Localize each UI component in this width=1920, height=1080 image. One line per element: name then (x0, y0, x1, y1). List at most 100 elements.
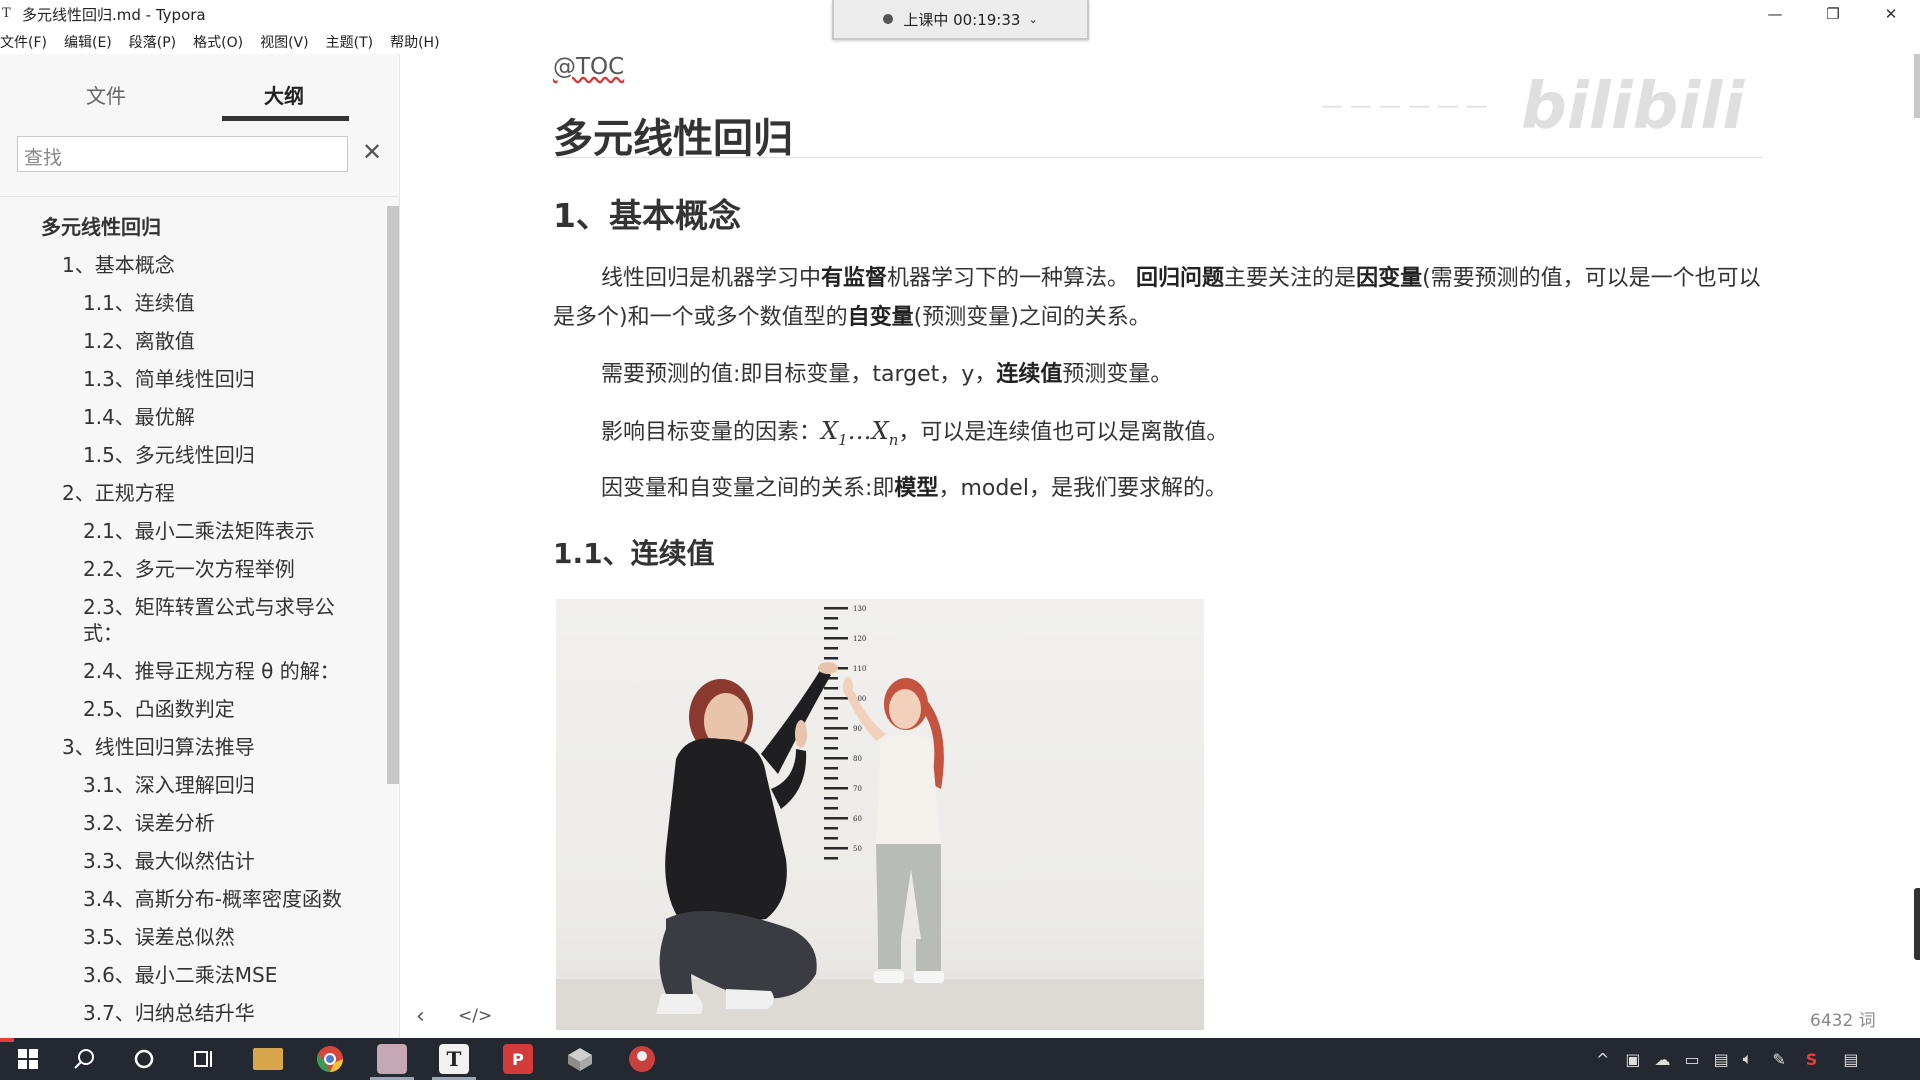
outline-item[interactable]: 3.5、误差总似然 (83, 924, 235, 950)
menu-theme[interactable]: 主题(T) (326, 32, 373, 52)
outline-item[interactable]: 2.4、推导正规方程 θ 的解： (83, 658, 340, 684)
ruler-label: 130 (853, 605, 866, 613)
outline-item[interactable]: 2.2、多元一次方程举例 (83, 556, 295, 582)
vm-app-icon[interactable] (552, 1038, 608, 1080)
network-icon[interactable]: ▤ (1714, 1050, 1729, 1069)
taskbar: T P ^ ▣ ☁ ▭ ▤ 🔈︎ ✎ S ▤ (0, 1038, 1920, 1080)
ruler-label: 50 (853, 845, 862, 853)
paragraph: 因变量和自变量之间的关系:即模型，model，是我们要求解的。 (601, 476, 1227, 501)
ruler-tick (824, 787, 848, 790)
outline-item[interactable]: 1.1、连续值 (83, 290, 195, 316)
ruler-tick (824, 727, 848, 730)
bilibili-watermark: bilibili (1521, 70, 1745, 144)
menu-file[interactable]: 文件(F) (0, 32, 47, 52)
tab-outline[interactable]: 大纲 (264, 80, 304, 109)
ruler-tick (824, 617, 838, 620)
minimize-button[interactable]: — (1746, 0, 1804, 28)
ruler-tick (824, 717, 838, 720)
chevron-down-icon[interactable]: ⌄ (1028, 13, 1037, 26)
ruler-tick (824, 607, 848, 610)
outline-item[interactable]: 3、线性回归算法推导 (62, 734, 255, 760)
outline-item[interactable]: 1.4、最优解 (83, 404, 195, 430)
pen-icon[interactable]: ✎ (1772, 1050, 1785, 1069)
outline-item[interactable]: 3.1、深入理解回归 (83, 772, 255, 798)
height-measurement-photo: 130 120 110 100 90 80 70 60 50 (556, 599, 1204, 1030)
chrome-icon[interactable] (302, 1038, 358, 1080)
source-code-mode-button[interactable]: </> (458, 1006, 492, 1026)
menu-view[interactable]: 视图(V) (260, 32, 309, 52)
outline-search-input[interactable]: 查找 (17, 136, 348, 172)
outline-item[interactable]: 1.5、多元线性回归 (83, 442, 255, 468)
outline-item[interactable]: 2.3、矩阵转置公式与求导公式： (83, 594, 353, 646)
file-explorer-icon[interactable] (240, 1038, 296, 1080)
outline-item[interactable]: 2.5、凸函数判定 (83, 696, 235, 722)
outline-item[interactable]: 2、正规方程 (62, 480, 175, 506)
woman-figure (656, 662, 838, 1014)
word-count[interactable]: 6432 词 (1810, 1006, 1876, 1031)
ruler-tick (824, 847, 848, 850)
outline-item[interactable]: 3.3、最大似然估计 (83, 848, 255, 874)
record-dot-icon (883, 14, 894, 24)
ruler-tick (824, 797, 838, 800)
task-view-icon[interactable] (176, 1038, 232, 1080)
outline-item[interactable]: 3.2、误差分析 (83, 810, 215, 836)
outline-item[interactable]: 1.3、简单线性回归 (83, 366, 255, 392)
sidebar: 文件 大纲 查找 ✕ 多元线性回归 1、基本概念 1.1、连续值 1.2、离散值 1.3… (0, 54, 400, 1038)
paragraph: 影响目标变量的因素：X1…Xn，可以是连续值也可以是离散值。 (601, 417, 1229, 449)
ruler-tick (824, 757, 848, 760)
tray-app-icon[interactable]: ▣ (1625, 1050, 1640, 1069)
ruler-tick (824, 777, 838, 780)
ruler-tick (824, 687, 838, 690)
menu-help[interactable]: 帮助(H) (390, 32, 439, 52)
ruler-tick (824, 707, 838, 710)
recorder-app-icon[interactable] (364, 1038, 420, 1080)
notification-icon[interactable]: ▤ (1843, 1050, 1858, 1069)
menu-edit[interactable]: 编辑(E) (64, 32, 112, 52)
ruler-tick (824, 807, 838, 810)
red-app-icon[interactable] (614, 1038, 670, 1080)
outline-item[interactable]: 1、基本概念 (62, 252, 175, 278)
sidebar-scrollbar[interactable] (387, 206, 399, 784)
battery-icon[interactable]: ▭ (1685, 1050, 1700, 1069)
girl-figure (843, 677, 944, 983)
section-heading: 1、基本概念 (553, 196, 741, 235)
edge-handle[interactable] (1914, 888, 1920, 960)
sogou-input-icon[interactable]: S (1806, 1050, 1818, 1069)
divider (553, 157, 1763, 158)
outline-item[interactable]: 3.7、归纳总结升华 (83, 1000, 255, 1026)
recording-status-text: 上课中 00:19:33 (903, 10, 1021, 29)
ruler-tick (824, 627, 838, 630)
cloud-icon[interactable]: ☁ (1655, 1050, 1671, 1069)
editor-scrollbar[interactable] (1914, 54, 1920, 118)
photo-illustration: 1301201101009080706050 (656, 605, 944, 1014)
pdf-reader-icon[interactable]: P (490, 1038, 546, 1080)
ruler-label: 80 (853, 755, 862, 763)
window-controls: — ❐ ✕ (1746, 0, 1920, 28)
recording-status-pill[interactable]: 上课中 00:19:33 ⌄ (832, 0, 1089, 40)
volume-icon[interactable]: 🔈︎ (1743, 1049, 1753, 1069)
outline-item[interactable]: 3.6、最小二乘法MSE (83, 962, 277, 988)
menu-paragraph[interactable]: 段落(P) (129, 32, 176, 52)
tab-files[interactable]: 文件 (86, 80, 126, 109)
close-icon[interactable]: ✕ (362, 138, 382, 166)
ruler-tick (824, 647, 838, 650)
outline-item[interactable]: 3.4、高斯分布-概率密度函数 (83, 886, 342, 912)
cortana-icon[interactable] (116, 1038, 172, 1080)
restore-button[interactable]: ❐ (1804, 0, 1862, 28)
chevron-up-icon[interactable]: ^ (1596, 1050, 1609, 1069)
menu-format[interactable]: 格式(O) (193, 32, 243, 52)
typora-taskbar-icon[interactable]: T (426, 1038, 482, 1080)
windows-start-icon[interactable] (0, 1038, 56, 1080)
outline-item[interactable]: 1.2、离散值 (83, 328, 195, 354)
ruler-tick (824, 827, 838, 830)
outline-item[interactable]: 多元线性回归 (41, 214, 161, 240)
chevron-left-icon[interactable]: ‹ (416, 1004, 425, 1029)
system-tray: ^ ▣ ☁ ▭ ▤ 🔈︎ ✎ S ▤ (1596, 1038, 1858, 1080)
ruler-label: 120 (853, 635, 866, 643)
ruler-tick (824, 637, 848, 640)
editor[interactable]: — — — — — — bilibili @TOC 多元线性回归 1、基本概念 … (401, 54, 1920, 1038)
search-icon[interactable] (56, 1038, 112, 1080)
close-button[interactable]: ✕ (1862, 0, 1920, 28)
outline-item[interactable]: 2.1、最小二乘法矩阵表示 (83, 518, 315, 544)
ruler-tick (824, 837, 838, 840)
